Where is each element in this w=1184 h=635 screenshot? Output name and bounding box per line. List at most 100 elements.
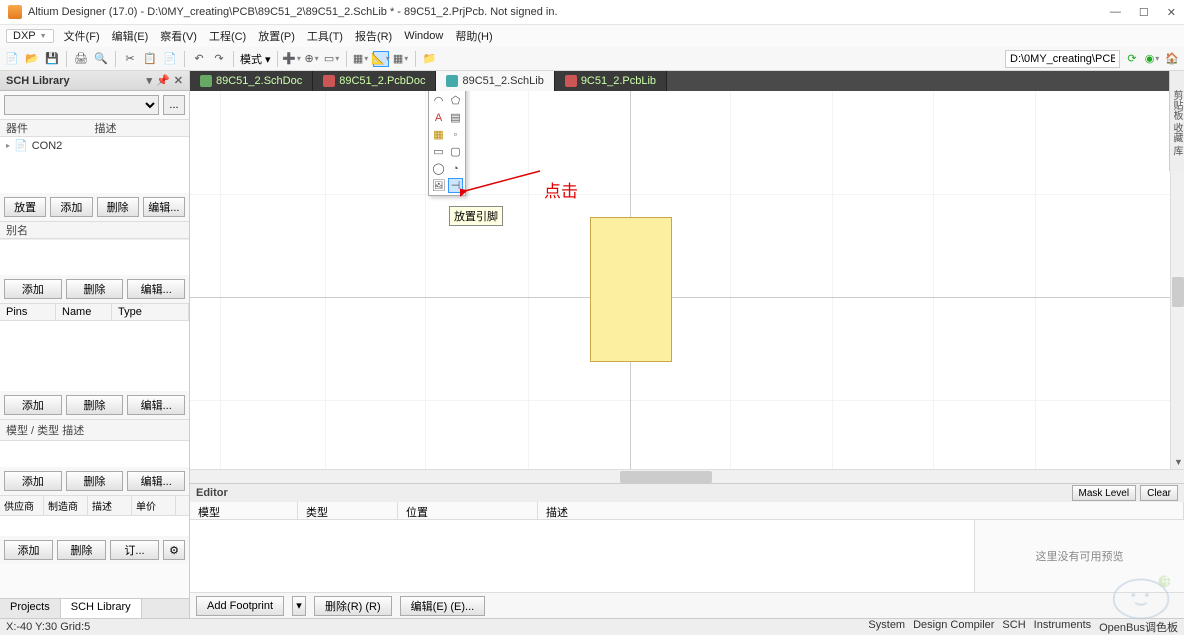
pins-col-type: Type <box>112 304 189 320</box>
sup-add-button[interactable]: 添加 <box>4 540 53 560</box>
place-button[interactable]: 放置 <box>4 197 46 217</box>
arc-icon[interactable]: ◠ <box>431 93 446 108</box>
dropdown-a[interactable]: ▦ <box>353 51 369 67</box>
pin2-icon[interactable]: 📌 <box>156 74 170 87</box>
tab-projects[interactable]: Projects <box>0 599 61 618</box>
image-icon[interactable]: 🖼 <box>431 178 446 193</box>
save-icon[interactable]: 💾 <box>44 51 60 67</box>
right-dock-strip[interactable]: 剪贴板 收藏 库 <box>1169 71 1184 171</box>
model-add-button[interactable]: 添加 <box>4 471 62 491</box>
tab-schlib[interactable]: 89C51_2.SchLib <box>436 71 554 91</box>
polygon-icon[interactable]: ⬠ <box>448 93 463 108</box>
pins-list[interactable] <box>0 321 189 391</box>
print-icon[interactable]: 🖨 <box>73 51 89 67</box>
add-footprint-dropdown[interactable]: ▾ <box>292 596 306 616</box>
round-rect-icon[interactable]: ▢ <box>448 144 463 159</box>
select-icon[interactable]: ▭ <box>324 51 340 67</box>
text-icon[interactable]: A <box>431 110 446 125</box>
sup-gear-button[interactable]: ⚙ <box>163 540 185 560</box>
editor-grid[interactable] <box>190 520 974 592</box>
col-type: 类型 <box>298 502 398 519</box>
menu-file[interactable]: 文件(F) <box>62 26 102 46</box>
footprint-edit-button[interactable]: 编辑(E) (E)... <box>400 596 486 616</box>
filter-ellipsis-button[interactable]: ... <box>163 95 185 115</box>
status-instruments[interactable]: Instruments <box>1034 619 1091 635</box>
open-icon[interactable]: 📂 <box>24 51 40 67</box>
menu-project[interactable]: 工程(C) <box>207 26 248 46</box>
sup-order-button[interactable]: 订... <box>110 540 159 560</box>
schematic-canvas[interactable]: ╱ ∿ ◠ ⬠ A ▤ ▦ ◦ ▭ ▢ ◯ ◔ 🖼 ⊣ 放置引脚 然后放置管教 … <box>190 91 1184 469</box>
junction-icon[interactable]: ◦ <box>448 127 463 142</box>
nav-back-icon[interactable]: ◉ <box>1144 51 1160 67</box>
new-icon[interactable]: 📄 <box>4 51 20 67</box>
close-button[interactable]: ✕ <box>1167 6 1176 19</box>
pin-icon[interactable]: ▾ <box>147 74 153 87</box>
model-list[interactable] <box>0 441 189 467</box>
supplier-list[interactable] <box>0 516 189 536</box>
folder-icon[interactable]: 📁 <box>422 51 438 67</box>
model-edit-button[interactable]: 编辑... <box>127 471 185 491</box>
menu-edit[interactable]: 编辑(E) <box>110 26 151 46</box>
frame-icon[interactable]: ▦ <box>431 127 446 142</box>
edit-button[interactable]: 编辑... <box>143 197 185 217</box>
footprint-del-button[interactable]: 删除(R) (R) <box>314 596 392 616</box>
minimize-button[interactable]: — <box>1110 6 1121 19</box>
tab-schlibrary[interactable]: SCH Library <box>61 599 142 618</box>
menu-tools[interactable]: 工具(T) <box>305 26 345 46</box>
pins-edit-button[interactable]: 编辑... <box>127 395 185 415</box>
alias-add-button[interactable]: 添加 <box>4 279 62 299</box>
menu-report[interactable]: 报告(R) <box>353 26 394 46</box>
tab-pcbdoc[interactable]: 89C51_2.PcbDoc <box>313 71 436 91</box>
zoom-icon[interactable]: ⊕ <box>304 51 320 67</box>
add-button[interactable]: 添加 <box>50 197 92 217</box>
path-input[interactable] <box>1005 50 1120 68</box>
filter-combo[interactable] <box>4 95 159 115</box>
tab-pcblib[interactable]: 9C51_2.PcbLib <box>555 71 667 91</box>
undo-icon[interactable]: ↶ <box>191 51 207 67</box>
preview-icon[interactable]: 🔍 <box>93 51 109 67</box>
status-compiler[interactable]: Design Compiler <box>913 619 994 635</box>
home-icon[interactable]: 🏠 <box>1164 51 1180 67</box>
preview-panel: 这里没有可用预览 <box>974 520 1184 592</box>
alias-list[interactable] <box>0 239 189 275</box>
nav-icon[interactable]: ➕ <box>284 51 300 67</box>
redo-icon[interactable]: ↷ <box>211 51 227 67</box>
mode-dropdown[interactable]: 模式 ▾ <box>240 51 271 67</box>
copy-icon[interactable]: 📋 <box>142 51 158 67</box>
sup-del-button[interactable]: 删除 <box>57 540 106 560</box>
delete-button[interactable]: 删除 <box>97 197 139 217</box>
rectangle-icon[interactable]: ▭ <box>431 144 446 159</box>
ellipse-icon[interactable]: ◯ <box>431 161 446 176</box>
panel-header: SCH Library ▾📌✕ <box>0 71 189 91</box>
menu-window[interactable]: Window <box>402 28 445 44</box>
tab-schdoc[interactable]: 89C51_2.SchDoc <box>190 71 313 91</box>
alias-del-button[interactable]: 删除 <box>66 279 124 299</box>
status-sch[interactable]: SCH <box>1002 619 1025 635</box>
model-del-button[interactable]: 删除 <box>66 471 124 491</box>
menu-help[interactable]: 帮助(H) <box>453 26 494 46</box>
mask-level-button[interactable]: Mask Level <box>1072 485 1137 501</box>
refresh-icon[interactable]: ⟳ <box>1124 51 1140 67</box>
panel-close-icon[interactable]: ✕ <box>174 74 183 87</box>
status-openbus[interactable]: OpenBus调色板 <box>1099 619 1178 635</box>
pins-add-button[interactable]: 添加 <box>4 395 62 415</box>
place-toolbar-dropdown[interactable]: 📐 <box>373 51 389 67</box>
menu-place[interactable]: 放置(P) <box>256 26 297 46</box>
clear-button[interactable]: Clear <box>1140 485 1178 501</box>
add-footprint-button[interactable]: Add Footprint <box>196 596 284 616</box>
pins-del-button[interactable]: 删除 <box>66 395 124 415</box>
paste-icon[interactable]: 📄 <box>162 51 178 67</box>
maximize-button[interactable]: ☐ <box>1139 6 1149 19</box>
dropdown-c[interactable]: ▦ <box>393 51 409 67</box>
component-body[interactable] <box>590 217 672 362</box>
statusbar: X:-40 Y:30 Grid:5 System Design Compiler… <box>0 618 1184 635</box>
horizontal-scrollbar[interactable] <box>190 469 1184 483</box>
text-frame-icon[interactable]: ▤ <box>448 110 463 125</box>
dxp-menu[interactable]: DXP <box>6 29 54 43</box>
menu-view[interactable]: 察看(V) <box>158 26 199 46</box>
alias-edit-button[interactable]: 编辑... <box>127 279 185 299</box>
tree-item-con2[interactable]: 📄CON2 <box>6 139 183 152</box>
component-tree[interactable]: 📄CON2 <box>0 137 189 193</box>
status-system[interactable]: System <box>868 619 905 635</box>
cut-icon[interactable]: ✂ <box>122 51 138 67</box>
